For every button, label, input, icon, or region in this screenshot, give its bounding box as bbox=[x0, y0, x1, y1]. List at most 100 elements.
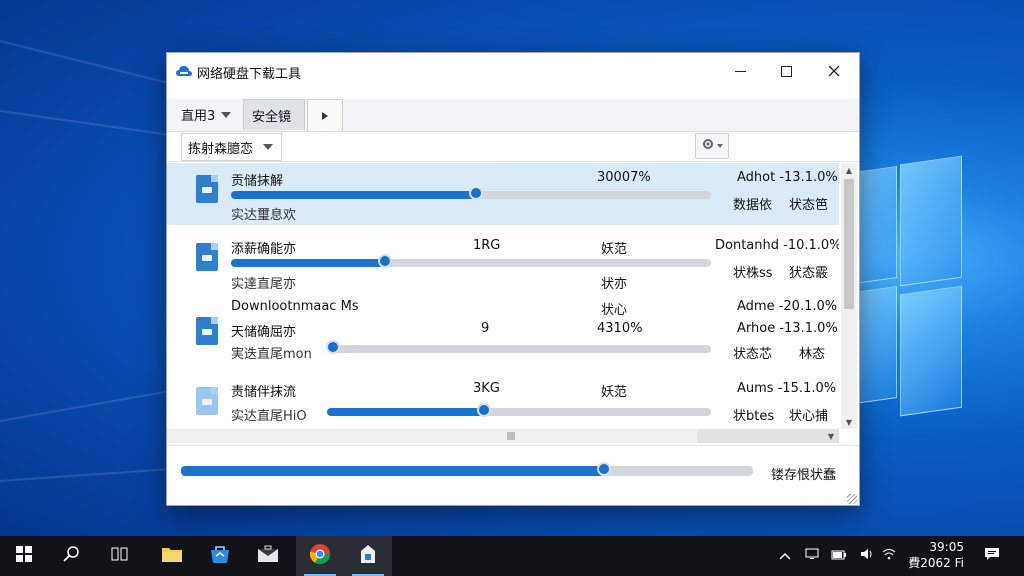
maximize-button[interactable] bbox=[763, 53, 809, 89]
file-icon bbox=[196, 387, 218, 415]
resize-grip-icon[interactable] bbox=[847, 494, 857, 504]
wifi-icon bbox=[882, 548, 896, 564]
speed-text: Adhot -13.1.0% bbox=[737, 170, 838, 185]
overall-progress-thumb[interactable] bbox=[597, 462, 612, 476]
scrollbar-track-segment bbox=[697, 429, 839, 443]
file-icon bbox=[196, 317, 218, 345]
progress-slider[interactable] bbox=[327, 403, 711, 417]
task-view-icon bbox=[111, 546, 129, 566]
scroll-down-arrow-icon[interactable]: ▼ bbox=[823, 429, 839, 443]
filter-bar: 拣射森臆恋 bbox=[167, 131, 859, 162]
file-name: 贡储抹解 bbox=[231, 174, 284, 189]
status-column-2: 犾态霰 bbox=[789, 266, 829, 281]
close-icon bbox=[828, 62, 840, 81]
progress-fill bbox=[231, 191, 476, 199]
battery-tray-button[interactable] bbox=[826, 536, 852, 576]
progress-thumb[interactable] bbox=[326, 340, 340, 354]
mail-app-button[interactable] bbox=[244, 536, 292, 576]
start-button[interactable] bbox=[0, 536, 48, 576]
progress-slider[interactable] bbox=[231, 186, 711, 200]
tab-dropdown-1[interactable]: 直用3 bbox=[173, 99, 239, 130]
speed-text: Aums -15.1.0% bbox=[737, 381, 837, 396]
overall-progress-slider[interactable] bbox=[181, 462, 753, 476]
network-tray-button[interactable] bbox=[800, 536, 824, 576]
title-bar[interactable]: 网络硬盘下载工具 bbox=[167, 53, 859, 89]
file-name-extra: Downlootnmaac Ms bbox=[231, 299, 359, 314]
clock-date: 費2062 Fi bbox=[908, 556, 964, 570]
app-taskbar-icon bbox=[358, 543, 378, 569]
progress-percent: 4310% bbox=[597, 321, 643, 336]
file-explorer-button[interactable] bbox=[148, 536, 196, 576]
tab-scroll-right-button[interactable] bbox=[307, 99, 343, 131]
file-name: 责储伴抹流 bbox=[231, 385, 297, 400]
briefcase-icon bbox=[257, 545, 279, 567]
minimize-button[interactable] bbox=[717, 53, 763, 89]
status-text: 妖范 bbox=[601, 242, 628, 257]
clock-time: 39:05 bbox=[929, 540, 964, 554]
tab-label: 直用3 bbox=[181, 109, 216, 124]
chrome-button[interactable] bbox=[296, 536, 344, 576]
progress-fill bbox=[231, 259, 385, 267]
overall-progress-fill bbox=[181, 466, 605, 476]
volume-tray-button[interactable] bbox=[854, 536, 878, 576]
vertical-scrollbar[interactable]: ▲ ▼ bbox=[841, 163, 857, 429]
wifi-tray-button[interactable] bbox=[878, 536, 900, 576]
progress-fill bbox=[327, 408, 485, 416]
progress-thumb[interactable] bbox=[377, 254, 392, 268]
tab-strip: 直用3 安全镜 bbox=[167, 99, 859, 132]
status-column-2: 林态 bbox=[799, 347, 826, 362]
show-hidden-icons-button[interactable] bbox=[774, 536, 796, 576]
scroll-down-arrow-icon[interactable]: ▼ bbox=[841, 415, 857, 429]
status-text: 妖范 bbox=[601, 385, 628, 400]
download-row[interactable]: 责储伴抹流 3KG 妖范 Aums -15.1.0% 实达直尾HiO 状btes… bbox=[167, 373, 839, 429]
file-size: 1RG bbox=[473, 238, 501, 253]
file-status: 实达直尾HiO bbox=[231, 409, 307, 424]
scrollbar-thumb[interactable] bbox=[507, 432, 515, 440]
filter-selected-value: 拣射森臆恋 bbox=[188, 141, 254, 157]
gear-icon bbox=[701, 137, 715, 155]
search-icon bbox=[63, 545, 81, 567]
action-center-button[interactable] bbox=[978, 536, 1006, 576]
windows-logo-icon bbox=[16, 546, 32, 566]
cloud-download-app-icon bbox=[175, 62, 193, 80]
notification-icon bbox=[984, 547, 1000, 565]
taskbar: 39:05 費2062 Fi bbox=[0, 536, 1024, 576]
status-column-1: 状btes bbox=[733, 409, 775, 424]
filter-dropdown[interactable]: 拣射森臆恋 bbox=[181, 133, 283, 161]
progress-slider[interactable] bbox=[326, 340, 711, 354]
tab-2[interactable]: 安全镜 bbox=[243, 99, 305, 130]
file-status: 实达璽息欢 bbox=[231, 208, 297, 223]
download-row[interactable]: 贡储抹解 30007% Adhot -13.1.0% 实达璽息欢 数据依 状态笆 bbox=[167, 163, 839, 225]
chrome-icon bbox=[309, 543, 331, 569]
speed-text: Dontanhd -10.1.0% bbox=[715, 238, 839, 253]
taskbar-clock[interactable]: 39:05 費2062 Fi bbox=[900, 539, 964, 571]
download-row[interactable]: Downlootnmaac Ms 状心 Adme -20.1.0% 天储确屈亦 … bbox=[167, 295, 839, 367]
play-triangle-icon bbox=[322, 111, 328, 120]
status-text: 状心 bbox=[601, 303, 628, 318]
status-column-1: 数据依 bbox=[733, 198, 773, 213]
file-size: 9 bbox=[481, 321, 490, 336]
progress-thumb[interactable] bbox=[477, 403, 492, 417]
store-app-button[interactable] bbox=[196, 536, 244, 576]
overall-status-label: 镂存恨状蠢 bbox=[771, 468, 837, 483]
status-column-2: 状心捕 bbox=[789, 409, 829, 424]
download-tool-button[interactable] bbox=[344, 536, 392, 576]
speed-text-top: Adme -20.1.0% bbox=[737, 299, 838, 314]
download-row[interactable]: 添薪确能亦 1RG 妖范 Dontanhd -10.1.0% 实達直尾亦 状亦 … bbox=[167, 231, 839, 293]
scrollbar-thumb[interactable] bbox=[844, 179, 854, 309]
progress-slider[interactable] bbox=[231, 254, 711, 268]
app-window: 网络硬盘下载工具 直用3 安全镜 拣射森臆恋 贡储抹解 30007% Adhot… bbox=[166, 52, 860, 506]
file-icon bbox=[196, 175, 218, 203]
volume-icon bbox=[859, 547, 873, 565]
close-button[interactable] bbox=[811, 53, 857, 89]
search-button[interactable] bbox=[48, 536, 96, 576]
speed-text: Arhoe -13.1.0% bbox=[737, 321, 838, 336]
footer-bar: 镂存恨状蠢 bbox=[167, 445, 859, 506]
progress-percent: 30007% bbox=[597, 170, 651, 185]
horizontal-scrollbar[interactable]: ▼ bbox=[167, 429, 839, 443]
chevron-up-icon bbox=[779, 549, 791, 564]
task-view-button[interactable] bbox=[96, 536, 144, 576]
progress-thumb[interactable] bbox=[468, 186, 483, 200]
scroll-up-arrow-icon[interactable]: ▲ bbox=[841, 163, 857, 177]
settings-dropdown-button[interactable] bbox=[695, 133, 729, 159]
